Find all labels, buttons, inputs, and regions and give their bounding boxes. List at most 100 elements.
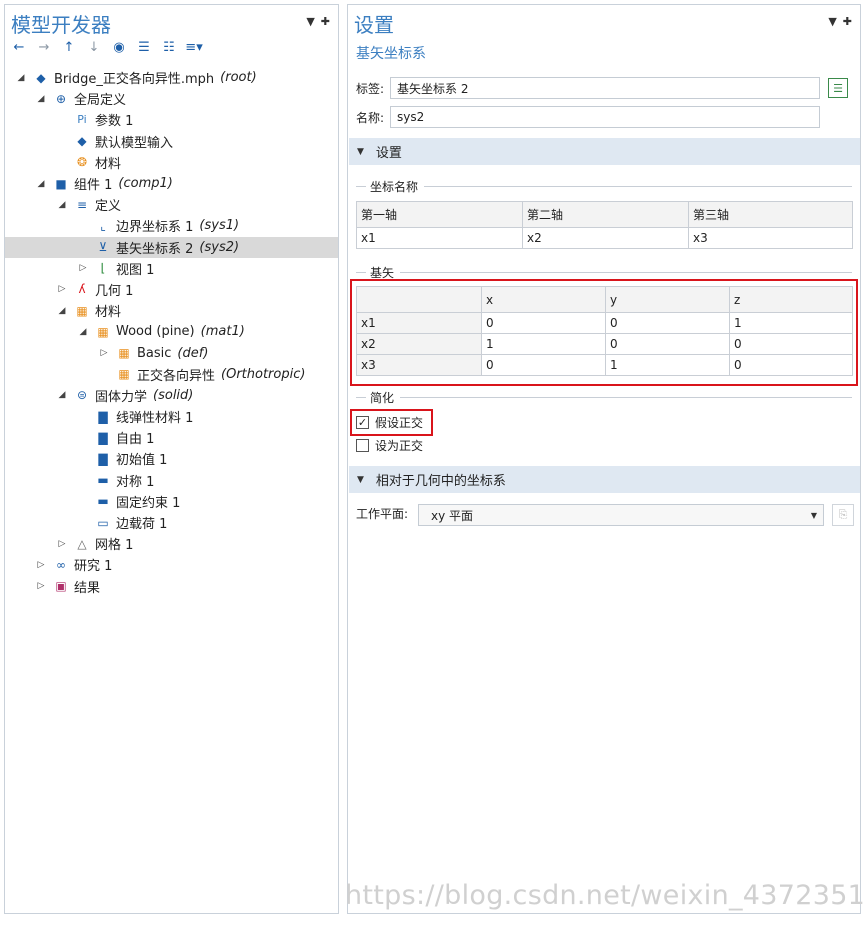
vector-cell[interactable]: 0: [729, 354, 853, 376]
pin-icon[interactable]: ✚: [843, 15, 852, 28]
expand-arrow-icon[interactable]: ▷: [99, 348, 109, 358]
tree-node-initial-values[interactable]: ▇ 初始值 1: [5, 448, 338, 469]
pin-icon[interactable]: ✚: [321, 15, 330, 28]
definitions-icon: ≡: [76, 197, 88, 212]
expand-arrow-icon[interactable]: ▷: [36, 560, 46, 570]
expand-icon[interactable]: ☷: [161, 39, 177, 55]
forward-icon[interactable]: →: [36, 39, 52, 55]
down-icon[interactable]: ↓: [86, 39, 102, 55]
name-input[interactable]: sys2: [390, 106, 820, 128]
coord-names-title: 坐标名称: [370, 180, 419, 194]
model-builder-toolbar: ← → ↑ ↓ ◉ ☰ ☷ ≡▾: [11, 39, 203, 55]
tree-node-free[interactable]: ▇ 自由 1: [5, 427, 338, 448]
materials-icon: ▦: [76, 303, 88, 318]
vector-cell[interactable]: 0: [605, 333, 730, 355]
tree-node-material-orthotropic[interactable]: ▦ 正交各向异性 (Orthotropic): [5, 364, 338, 385]
label-input[interactable]: 基矢坐标系 2: [390, 77, 820, 99]
coord-names-group: 坐标名称: [356, 178, 852, 195]
make-orthogonal-row[interactable]: 设为正交: [356, 437, 423, 454]
results-icon: ▣: [55, 579, 67, 594]
collapse-icon[interactable]: ☰: [136, 39, 152, 55]
tree-node-results[interactable]: ▷ ▣ 结果: [5, 576, 338, 597]
tree-node-linear-elastic[interactable]: ▇ 线弹性材料 1: [5, 406, 338, 427]
work-plane-button-icon[interactable]: ⎘: [832, 504, 854, 526]
coord-name-cell[interactable]: x3: [688, 227, 853, 249]
coord-name-cell[interactable]: x2: [522, 227, 689, 249]
tree-node-geometry[interactable]: ▷ ʎ 几何 1: [5, 279, 338, 300]
mesh-icon: △: [77, 536, 87, 551]
collapse-arrow-icon[interactable]: ◢: [78, 327, 88, 337]
work-plane-select[interactable]: xy 平面 ▼: [418, 504, 824, 526]
vector-cell[interactable]: 1: [481, 333, 606, 355]
tree-node-global-materials[interactable]: ❂ 材料: [5, 152, 338, 173]
coord-name-cell[interactable]: x1: [356, 227, 523, 249]
vector-cell[interactable]: 0: [605, 312, 730, 334]
model-input-icon: ◆: [77, 134, 87, 149]
show-icon[interactable]: ◉: [111, 39, 127, 55]
vector-cell[interactable]: 0: [481, 354, 606, 376]
tree-node-material-basic[interactable]: ▷ ▦ Basic (def): [5, 342, 338, 363]
parameter-icon: Pi: [77, 113, 87, 127]
tree-node-global-definitions[interactable]: ◢ ⊕ 全局定义: [5, 88, 338, 109]
make-orthogonal-label: 设为正交: [375, 439, 424, 453]
menu-icon[interactable]: ≡▾: [185, 39, 202, 55]
back-icon[interactable]: ←: [11, 39, 27, 55]
panel-menu-icon[interactable]: ▼: [306, 15, 314, 28]
section-settings-header[interactable]: ▼ 设置: [349, 138, 860, 165]
boundary-node-icon: ▬: [97, 473, 109, 488]
tree-node-materials[interactable]: ◢ ▦ 材料: [5, 300, 338, 321]
collapse-arrow-icon[interactable]: ◢: [57, 200, 67, 210]
table-row: x3 0 1 0: [356, 354, 853, 376]
tree-node-boundary-system[interactable]: ⌞ 边界坐标系 1 (sys1): [5, 215, 338, 236]
expand-arrow-icon[interactable]: ▷: [57, 539, 67, 549]
tree-node-view[interactable]: ▷ ⌊ 视图 1: [5, 258, 338, 279]
assume-orthogonal-checkbox[interactable]: ✓: [356, 416, 369, 429]
watermark: https://blog.csdn.net/weixin_43723517: [345, 880, 865, 911]
globe-icon: ⊕: [55, 91, 67, 106]
tree-node-material-wood[interactable]: ◢ ▦ Wood (pine) (mat1): [5, 321, 338, 342]
tree-node-fixed-constraint[interactable]: ▬ 固定约束 1: [5, 491, 338, 512]
vector-cell[interactable]: 0: [729, 333, 853, 355]
up-icon[interactable]: ↑: [61, 39, 77, 55]
tree-node-study[interactable]: ▷ ∞ 研究 1: [5, 554, 338, 575]
solid-mechanics-icon: ⊜: [76, 388, 88, 403]
vector-cell[interactable]: 1: [729, 312, 853, 334]
base-vector-header-z: z: [729, 286, 853, 313]
tree-node-component[interactable]: ◢ ■ 组件 1 (comp1): [5, 173, 338, 194]
expand-arrow-icon[interactable]: ▷: [78, 263, 88, 273]
assume-orthogonal-row[interactable]: ✓ 假设正交: [356, 414, 423, 431]
collapse-arrow-icon[interactable]: ◢: [57, 306, 67, 316]
base-vector-header-x: x: [481, 286, 606, 313]
domain-node-icon: ▇: [98, 451, 108, 466]
settings-subtitle: 基矢坐标系: [356, 46, 426, 62]
section-geometry-header[interactable]: ▼ 相对于几何中的坐标系: [349, 466, 860, 493]
row-header: x3: [356, 354, 482, 376]
expand-arrow-icon[interactable]: ▷: [57, 284, 67, 294]
tree-node-base-vector-system[interactable]: ⊻ 基矢坐标系 2 (sys2): [5, 236, 338, 258]
collapse-arrow-icon[interactable]: ◢: [16, 73, 26, 83]
material-icon: ▦: [97, 324, 109, 339]
view-icon: ⌊: [100, 261, 106, 276]
collapse-arrow-icon[interactable]: ◢: [57, 390, 67, 400]
tree-node-symmetry[interactable]: ▬ 对称 1: [5, 470, 338, 491]
vector-cell[interactable]: 0: [481, 312, 606, 334]
tree-node-solid-mechanics[interactable]: ◢ ⊜ 固体力学 (solid): [5, 385, 338, 406]
boundary-system-icon: ⌞: [100, 218, 106, 233]
table-row: x2 1 0 0: [356, 333, 853, 355]
expand-arrow-icon[interactable]: ▷: [36, 581, 46, 591]
collapse-arrow-icon[interactable]: ◢: [36, 179, 46, 189]
panel-menu-icon[interactable]: ▼: [828, 15, 836, 28]
tree-node-edge-load[interactable]: ▭ 边载荷 1: [5, 512, 338, 533]
coord-header-1: 第一轴: [356, 201, 523, 228]
label-edit-icon[interactable]: ☰: [828, 78, 848, 98]
label-field-label: 标签:: [356, 81, 385, 96]
tree-node-definitions[interactable]: ◢ ≡ 定义: [5, 194, 338, 215]
make-orthogonal-checkbox[interactable]: [356, 439, 369, 452]
tree-node-default-model-inputs[interactable]: ◆ 默认模型输入: [5, 131, 338, 152]
vector-cell[interactable]: 1: [605, 354, 730, 376]
collapse-arrow-icon[interactable]: ◢: [36, 94, 46, 104]
tree-node-mesh[interactable]: ▷ △ 网格 1: [5, 533, 338, 554]
label-row: 标签: 基矢坐标系 2 ☰: [356, 77, 848, 99]
tree-node-root[interactable]: ◢ ◆ Bridge_正交各向异性.mph (root): [5, 67, 338, 88]
tree-node-parameters[interactable]: Pi 参数 1: [5, 109, 338, 130]
